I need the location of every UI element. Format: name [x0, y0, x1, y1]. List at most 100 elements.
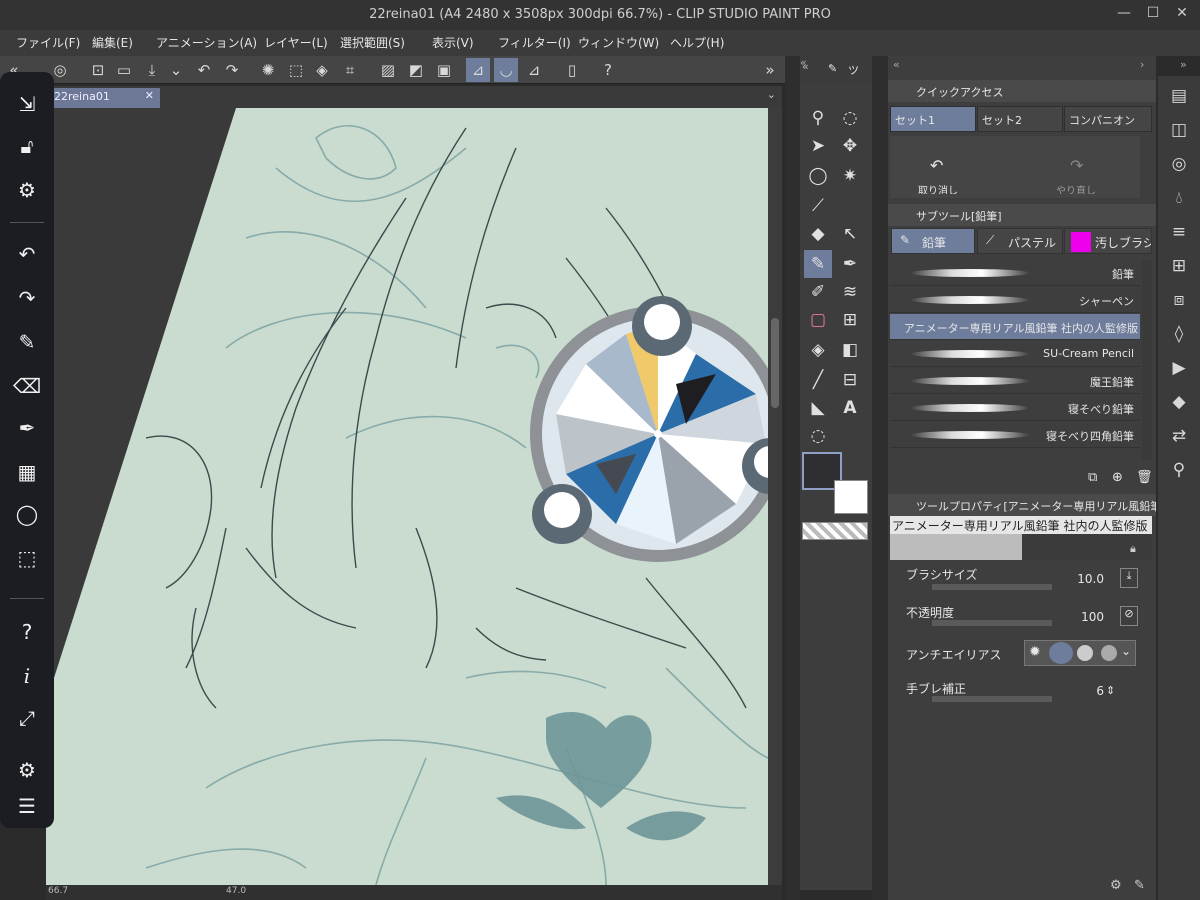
clear-selection-icon[interactable]: ⬚ [284, 58, 308, 82]
line-icon[interactable]: ╱ [804, 366, 832, 394]
dial-knob-top[interactable] [632, 296, 692, 356]
menu-edit[interactable]: 編集(E) [92, 34, 133, 51]
brush-icon[interactable]: ✎ [0, 330, 54, 354]
undo-icon[interactable]: ↶ [930, 156, 943, 175]
subtool-tab-pencil[interactable]: ✎ 鉛筆 [891, 228, 975, 254]
selection-rect-icon[interactable]: ⬚ [0, 546, 54, 570]
pencil-tool-icon[interactable]: ✎ [804, 250, 832, 278]
document-tab[interactable]: 22reina01 ✕ [50, 88, 160, 108]
collapse-left-icon[interactable]: « [893, 58, 900, 71]
rotate-view-icon[interactable]: ◌ [836, 104, 864, 132]
brush-item[interactable]: 寝そべり鉛筆 [890, 395, 1140, 421]
zoom-value[interactable]: 66.7 [48, 886, 68, 896]
fullscreen-icon[interactable]: ⤢ [0, 706, 54, 730]
color-slider-icon[interactable]: ≡ [1166, 222, 1192, 250]
material-icon[interactable]: ◆ [1166, 392, 1192, 420]
expand-right-icon[interactable]: » [1180, 58, 1187, 71]
menu-view[interactable]: 表示(V) [432, 34, 474, 51]
layer-icon[interactable]: ◊ [1166, 324, 1192, 352]
lasso-icon[interactable]: ◯ [0, 502, 54, 526]
vector-select-icon[interactable]: ↖ [836, 220, 864, 248]
stabilization-slider[interactable] [932, 696, 1052, 702]
opacity-slider[interactable] [932, 620, 1052, 626]
maximize-button[interactable]: ☐ [1141, 5, 1165, 25]
magic-wand-icon[interactable]: ✷ [836, 162, 864, 190]
help-icon[interactable]: ? [596, 58, 620, 82]
brush-size-value[interactable]: 10.0 [1064, 572, 1104, 586]
tab-set1[interactable]: セット1 [890, 106, 976, 132]
canvas-vertical-scrollbar[interactable] [768, 108, 782, 885]
airbrush-icon[interactable]: ≋ [836, 278, 864, 306]
antialias-weak-icon[interactable] [1049, 642, 1073, 664]
brush-size-preset-button[interactable]: ⤓ [1120, 568, 1138, 588]
fill-icon[interactable]: ◈ [310, 58, 334, 82]
redo-icon[interactable]: ↷ [1070, 156, 1083, 175]
canvas-area[interactable] [46, 108, 768, 885]
stepper-icon[interactable]: ⇕ [1106, 684, 1115, 697]
angle-value[interactable]: 47.0 [226, 886, 246, 896]
save-icon[interactable]: ⤓ [140, 58, 164, 82]
antialias-none-icon[interactable]: ✹ [1029, 644, 1041, 660]
hide-outside-icon[interactable]: ▨ [376, 58, 400, 82]
transparent-color-swatch[interactable] [802, 522, 868, 540]
brush-item[interactable]: SU-Cream Pencil [890, 341, 1140, 367]
ruler-snap-icon[interactable]: ⊿ [466, 58, 490, 82]
info-icon[interactable]: i [0, 664, 54, 688]
color-mixing-icon[interactable]: 💧︎ [1166, 188, 1192, 216]
expand-right-icon[interactable]: » [758, 58, 782, 82]
pen-icon[interactable]: ✒ [0, 416, 54, 440]
antialias-strong-icon[interactable] [1101, 645, 1117, 661]
grid-snap-icon[interactable]: ⊿ [522, 58, 546, 82]
open-folder-icon[interactable]: ▭ [112, 58, 136, 82]
eraser-tool-icon[interactable]: ◆ [804, 220, 832, 248]
brush-list-scrollbar[interactable] [1142, 260, 1152, 460]
redo-icon[interactable]: ↷ [220, 58, 244, 82]
tab-set2[interactable]: セット2 [977, 106, 1063, 132]
add-subtool-icon[interactable]: ⊕ [1112, 470, 1123, 485]
redo-label[interactable]: やり直し [1056, 182, 1096, 194]
fill-bucket-icon[interactable]: ◈ [804, 336, 832, 364]
gradient-icon[interactable]: ◧ [836, 336, 864, 364]
menu-window[interactable]: ウィンドウ(W) [578, 34, 659, 51]
sub-color-swatch[interactable] [834, 480, 868, 514]
smartphone-icon[interactable]: ▯ [560, 58, 584, 82]
antialias-medium-icon[interactable] [1077, 645, 1093, 661]
settings-gear-icon[interactable]: ⚙ [0, 758, 54, 782]
gear-icon[interactable]: ⚙ [0, 178, 54, 202]
menu-layer[interactable]: レイヤー(L) [264, 34, 328, 51]
color-set-icon[interactable]: ⊞ [1166, 256, 1192, 284]
layer-property-icon[interactable]: ⧈ [1166, 290, 1192, 318]
brush-tool-icon[interactable]: ✐ [804, 278, 832, 306]
3d-grid-icon[interactable]: ⊞ [836, 306, 864, 334]
expand-right-icon[interactable]: › [1140, 58, 1144, 71]
transform-icon[interactable]: ⌗ [338, 58, 362, 82]
brush-size-slider[interactable] [932, 584, 1052, 590]
antialias-selector[interactable]: ✹ ⌄ [1024, 640, 1136, 666]
scrollbar-thumb[interactable] [771, 318, 779, 408]
operation-icon[interactable]: ➤ [804, 132, 832, 160]
chevron-down-icon[interactable]: ⌄ [1121, 644, 1131, 658]
opacity-value[interactable]: 100 [1064, 610, 1104, 624]
lasso-select-icon[interactable]: ◯ [804, 162, 832, 190]
undo-label[interactable]: 取り消し [918, 182, 958, 194]
special-ruler-snap-icon[interactable]: ◡ [494, 58, 518, 82]
eraser-icon[interactable]: ⌫ [0, 374, 54, 398]
new-file-icon[interactable]: ⊡ [86, 58, 110, 82]
menu-help[interactable]: ヘルプ(H) [670, 34, 724, 51]
minimize-button[interactable]: — [1112, 5, 1136, 25]
import-arrow-icon[interactable]: ⇲ [0, 92, 54, 116]
loading-icon[interactable]: ✺ [256, 58, 280, 82]
wrench-icon[interactable]: ✎ [1134, 878, 1145, 893]
brush-item[interactable]: 魔王鉛筆 [890, 368, 1140, 394]
brush-item[interactable]: 寝そべり四角鉛筆 [890, 422, 1140, 448]
subtool-tab-pastel[interactable]: ⟋ パステル [977, 228, 1063, 254]
tool-property-settings-icon[interactable]: ⚙ [1110, 878, 1122, 893]
companion-dial[interactable] [526, 294, 768, 574]
close-tab-icon[interactable]: ✕ [145, 89, 154, 102]
color-circle-icon[interactable]: ◎ [1166, 154, 1192, 182]
collapse-left-icon[interactable]: « [800, 56, 807, 69]
copy-subtool-icon[interactable]: ⧉ [1088, 470, 1097, 485]
subtool-tab-smudge[interactable]: 汚しブラシ [1064, 228, 1152, 254]
brush-item[interactable]: シャーペン [890, 287, 1140, 313]
undo-icon[interactable]: ↶ [0, 242, 54, 266]
